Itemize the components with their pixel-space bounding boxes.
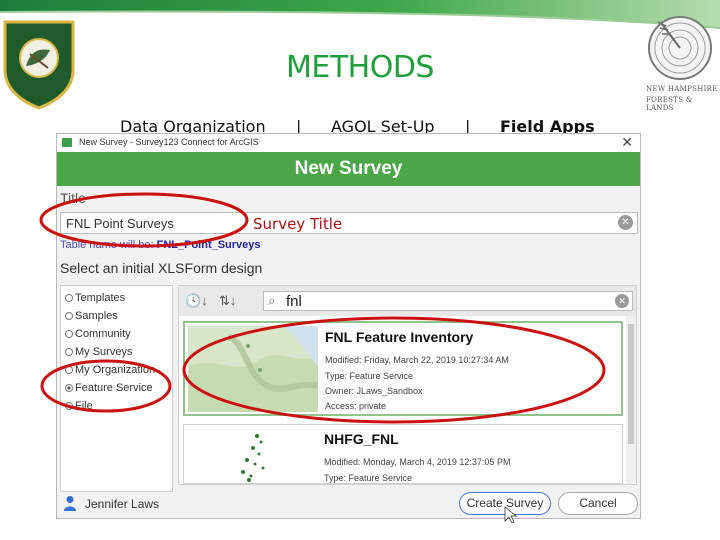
radio-dot [65, 330, 73, 338]
radio-label: Samples [75, 310, 118, 322]
results-panel: 🕓↓ ⇅↓ ⌕ fnl ✕ FNL Feature Inventory Modi… [178, 285, 637, 485]
result-access: Access: private [325, 401, 387, 411]
logo-text-line1: NEW HAMPSHIRE [646, 85, 718, 93]
radio-community[interactable]: Community [65, 326, 131, 342]
radio-dot [65, 312, 73, 320]
survey-title-input[interactable]: FNL Point Surveys ✕ [60, 212, 638, 234]
header-stripe [0, 0, 720, 29]
search-input[interactable]: ⌕ fnl ✕ [263, 291, 633, 311]
radio-label: My Surveys [75, 346, 133, 358]
result-owner: Owner: JLaws_Sandbox [325, 386, 423, 396]
radio-my-organization[interactable]: My Organization [65, 362, 155, 378]
survey-title-value: FNL Point Surveys [66, 216, 174, 231]
radio-label: Feature Service [75, 382, 153, 394]
result-name: NHFG_FNL [324, 431, 399, 447]
radio-feature-service[interactable]: Feature Service [65, 380, 153, 396]
radio-label: Community [75, 328, 131, 340]
radio-my-surveys[interactable]: My Surveys [65, 344, 132, 360]
scrollbar-thumb[interactable] [628, 324, 634, 444]
create-survey-button[interactable]: Create Survey [459, 492, 551, 515]
app-icon [62, 138, 72, 147]
radio-dot [65, 366, 73, 374]
result-card-fnl-feature-inventory[interactable]: FNL Feature Inventory Modified: Friday, … [183, 321, 623, 416]
radio-dot [65, 294, 73, 302]
search-query: fnl [286, 293, 302, 310]
clear-icon[interactable]: ✕ [618, 215, 633, 230]
cancel-button[interactable]: Cancel [558, 492, 638, 515]
window-title: New Survey - Survey123 Connect for ArcGI… [79, 137, 259, 147]
dialog-header: New Survey [57, 152, 640, 186]
radio-file[interactable]: File [65, 398, 93, 414]
radio-label: Templates [75, 292, 126, 304]
table-name-value: FNL_Point_Surveys [156, 239, 261, 251]
result-card-nhfg-fnl[interactable]: NHFG_FNL Modified: Monday, March 4, 2019… [183, 424, 623, 484]
radio-templates[interactable]: Templates [65, 290, 125, 306]
result-name: FNL Feature Inventory [325, 329, 474, 345]
radio-dot [65, 384, 73, 392]
radio-dot [65, 402, 73, 410]
result-modified: Modified: Monday, March 4, 2019 12:37:05… [324, 457, 511, 467]
radio-samples[interactable]: Samples [65, 308, 118, 324]
table-name-prefix: Table name will be: [60, 239, 157, 251]
map-thumbnail [188, 326, 318, 412]
search-toolbar: 🕓↓ ⇅↓ ⌕ fnl ✕ [179, 286, 636, 316]
xlsform-label: Select an initial XLSForm design [60, 260, 263, 276]
result-modified: Modified: Friday, March 22, 2019 10:27:3… [325, 355, 509, 365]
radio-label: My Organization [75, 364, 156, 376]
sort-alphabetical-icon[interactable]: ⇅↓ [219, 293, 236, 309]
radio-dot [65, 348, 73, 356]
map-thumbnail [187, 428, 317, 483]
slide-title: METHODS [286, 50, 434, 85]
sort-by-date-icon[interactable]: 🕓↓ [185, 293, 208, 309]
survey-title-annotation: Survey Title [253, 215, 343, 233]
result-type: Type: Feature Service [324, 473, 413, 483]
close-icon[interactable]: ✕ [621, 134, 633, 151]
radio-label: File [75, 400, 93, 412]
search-icon: ⌕ [268, 293, 276, 308]
results-scrollbar[interactable] [626, 316, 636, 484]
clear-search-icon[interactable]: ✕ [615, 294, 629, 308]
window-titlebar: New Survey - Survey123 Connect for ArcGI… [57, 134, 640, 152]
title-label: Title [60, 190, 86, 206]
user-avatar-icon [64, 496, 76, 511]
user-name: Jennifer Laws [85, 497, 160, 511]
source-options-panel: Templates Samples Community My Surveys M… [60, 285, 173, 492]
result-type: Type: Feature Service [325, 371, 414, 381]
table-name-hint: Table name will be: FNL_Point_Surveys [60, 239, 261, 251]
logo-text-line2: FORESTS & LANDS [646, 96, 693, 112]
new-survey-window: New Survey - Survey123 Connect for ArcGI… [56, 133, 641, 519]
